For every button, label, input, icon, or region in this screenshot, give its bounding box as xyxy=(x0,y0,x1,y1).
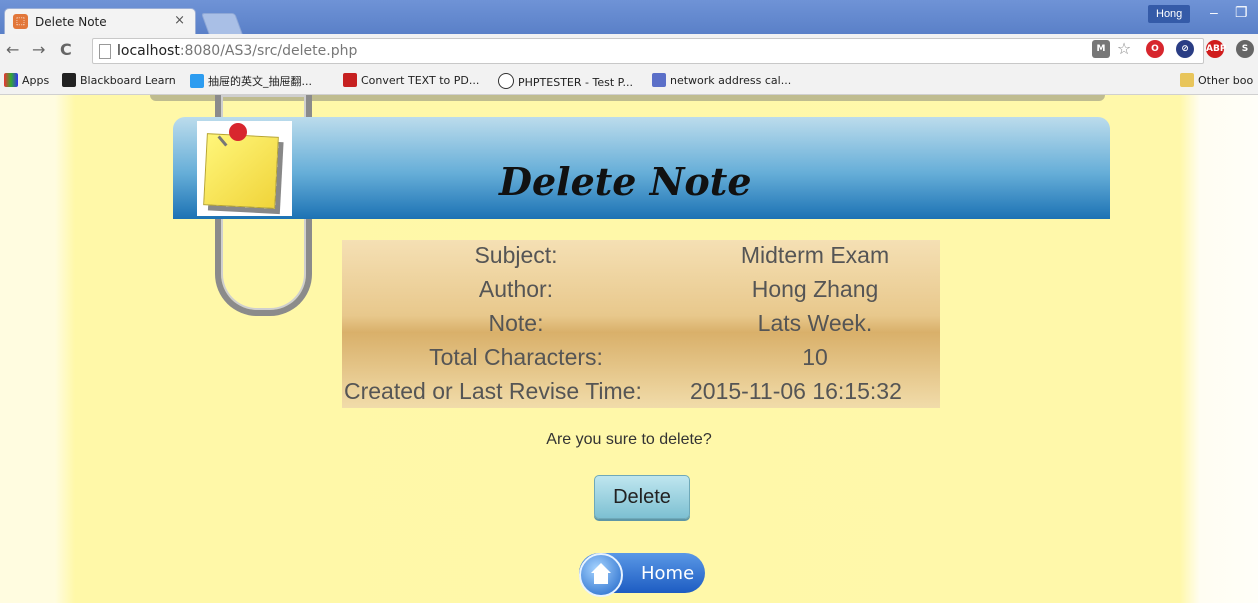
adblock-icon[interactable]: ABP xyxy=(1206,40,1226,58)
page-title: Delete Note xyxy=(499,159,752,204)
page-icon xyxy=(99,44,111,59)
restore-icon[interactable]: ❐ xyxy=(1235,4,1248,21)
tab-title: Delete Note xyxy=(35,15,107,29)
bookmark-other[interactable]: Other boo xyxy=(1180,73,1253,87)
shield-icon[interactable]: S xyxy=(1236,40,1254,58)
pdf-icon xyxy=(343,73,357,87)
dict-icon xyxy=(190,74,204,88)
row-subject: Subject: Midterm Exam xyxy=(342,242,940,276)
note-info-table: Subject: Midterm Exam Author: Hong Zhang… xyxy=(342,240,940,408)
header-banner: Delete Note xyxy=(173,117,1110,219)
new-tab-button[interactable] xyxy=(200,13,244,35)
bookmark-blackboard[interactable]: Blackboard Learn xyxy=(62,73,176,87)
note-value: Lats Week. xyxy=(757,310,873,336)
subject-label: Subject: xyxy=(474,242,558,268)
network-icon xyxy=(652,73,666,87)
home-label: Home xyxy=(641,563,695,584)
title-bar: ⬚ Delete Note × Hong – ❐ xyxy=(0,0,1258,35)
bookmark-translate[interactable]: 抽屉的英文_抽屉翻... xyxy=(190,73,312,89)
php-icon xyxy=(498,73,514,89)
row-total-characters: Total Characters: 10 xyxy=(342,344,940,378)
opera-icon[interactable]: O xyxy=(1146,40,1164,58)
row-author: Author: Hong Zhang xyxy=(342,276,940,310)
row-note: Note: Lats Week. xyxy=(342,310,940,344)
reload-icon[interactable]: C xyxy=(60,40,72,59)
tab-close-icon[interactable]: × xyxy=(174,13,185,28)
bookmarks-bar: Apps Blackboard Learn 抽屉的英文_抽屉翻... Conve… xyxy=(0,66,1258,95)
created-time-label: Created or Last Revise Time: xyxy=(344,378,642,404)
bookmark-apps[interactable]: Apps xyxy=(4,73,49,87)
profile-button[interactable]: Hong xyxy=(1148,5,1191,23)
note-label: Note: xyxy=(488,310,544,336)
subject-value: Midterm Exam xyxy=(740,242,890,268)
page-background: Delete Note Subject: Midterm Exam Author… xyxy=(0,95,1258,603)
block-icon[interactable]: ⊘ xyxy=(1176,40,1194,58)
total-characters-label: Total Characters: xyxy=(429,344,603,370)
author-label: Author: xyxy=(478,276,554,302)
blackboard-icon xyxy=(62,73,76,87)
total-characters-value: 10 xyxy=(802,344,828,370)
browser-tab[interactable]: ⬚ Delete Note × xyxy=(4,8,196,35)
tab-favicon-icon: ⬚ xyxy=(13,14,28,29)
delete-button[interactable]: Delete xyxy=(594,475,690,519)
address-bar[interactable]: localhost:8080/AS3/src/delete.php xyxy=(92,38,1204,64)
bookmark-convert[interactable]: Convert TEXT to PD... xyxy=(343,73,479,87)
author-value: Hong Zhang xyxy=(751,276,879,302)
star-icon[interactable]: ☆ xyxy=(1115,40,1133,58)
folder-icon xyxy=(1180,73,1194,87)
pushpin-icon xyxy=(229,123,247,141)
confirm-text: Are you sure to delete? xyxy=(546,431,712,448)
bookmark-phptester[interactable]: PHPTESTER - Test P... xyxy=(498,73,633,89)
home-icon xyxy=(579,553,623,597)
minimize-icon[interactable]: – xyxy=(1210,4,1218,20)
home-button[interactable]: Home xyxy=(579,553,705,597)
row-created-time: Created or Last Revise Time: 2015-11-06 … xyxy=(342,378,940,412)
browser-toolbar: ← → C localhost:8080/AS3/src/delete.php … xyxy=(0,34,1258,66)
created-time-value: 2015-11-06 16:15:32 xyxy=(690,378,902,404)
url-text: localhost:8080/AS3/src/delete.php xyxy=(117,43,358,59)
apps-icon xyxy=(4,73,18,87)
bookmark-network[interactable]: network address cal... xyxy=(652,73,791,87)
sticky-note-logo xyxy=(197,121,292,216)
extension-icon[interactable]: M xyxy=(1092,40,1110,58)
forward-icon[interactable]: → xyxy=(32,40,45,59)
back-icon[interactable]: ← xyxy=(6,40,19,59)
